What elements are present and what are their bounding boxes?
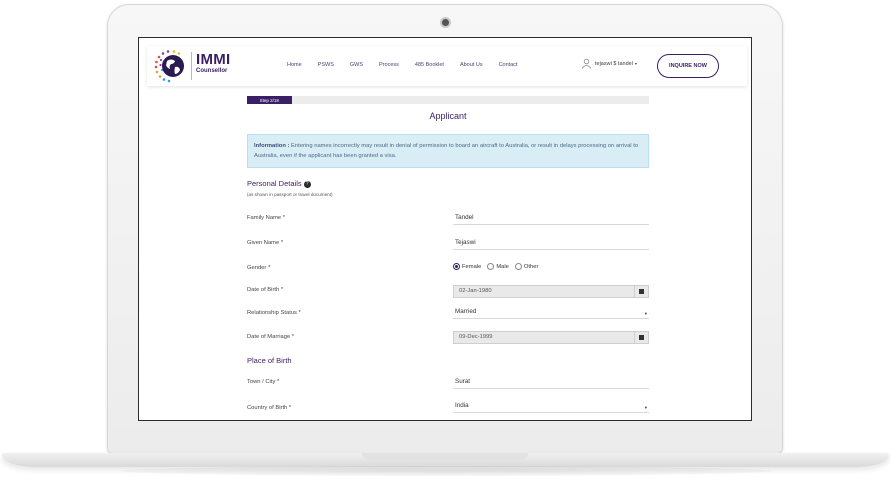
chevron-down-icon: ▾ (634, 61, 637, 66)
gender-female-option[interactable]: Female (453, 263, 481, 270)
date-of-marriage-input[interactable]: 09-Dec-1999 (453, 331, 649, 344)
calendar-icon[interactable] (634, 285, 648, 298)
user-name: tejaswi $ tandel (595, 60, 633, 67)
info-text: Entering names incorrectly may result in… (254, 143, 639, 159)
dob-label: Date of Birth * (247, 287, 284, 293)
page-title: Applicant (429, 111, 467, 121)
passport-note: (as shown in passport or travel document… (247, 192, 333, 197)
globe-logo-icon[interactable] (153, 49, 189, 83)
main-nav: Home PSWS GWS Process 485 Booklet About … (287, 62, 534, 68)
nav-contact[interactable]: Contact (499, 62, 518, 68)
nav-about-us[interactable]: About Us (460, 62, 483, 68)
laptop-mockup: IMMI Counsellor Home PSWS GWS Process 48… (0, 0, 891, 484)
relationship-status-select[interactable]: Married ▾ (453, 307, 649, 319)
calendar-icon[interactable] (634, 331, 648, 344)
nav-home[interactable]: Home (287, 62, 302, 68)
user-menu[interactable]: tejaswi $ tandel ▾ (581, 58, 637, 69)
dob-input[interactable]: 02-Jan-1980 (453, 285, 649, 298)
country-of-birth-select[interactable]: India ▾ (453, 401, 649, 413)
radio-checked[interactable] (453, 263, 460, 270)
country-of-birth-label: Country of Birth * (247, 405, 292, 411)
radio-unchecked[interactable] (487, 263, 495, 270)
screen: IMMI Counsellor Home PSWS GWS Process 48… (138, 37, 752, 421)
user-icon (581, 58, 592, 69)
nav-psws[interactable]: PSWS (318, 62, 334, 68)
laptop-shadow (120, 466, 771, 476)
brand-subtitle: Counsellor (196, 68, 228, 74)
step-progress-bar: Step 2/18 (247, 96, 649, 104)
gender-label: Gender * (247, 265, 271, 271)
nav-gws[interactable]: GWS (350, 62, 363, 68)
date-of-marriage-label: Date of Marriage * (247, 334, 295, 340)
gender-radio-group: Female Male Other (453, 263, 544, 270)
personal-details-heading: Personal Details? (247, 179, 311, 188)
nav-process[interactable]: Process (379, 62, 399, 68)
town-city-label: Town / City * (247, 379, 280, 385)
gender-other-option[interactable]: Other (514, 263, 538, 270)
information-alert: Information : Entering names incorrectly… (247, 134, 649, 168)
step-progress-fill: Step 2/18 (247, 96, 292, 104)
chevron-down-icon: ▾ (644, 311, 647, 316)
site-header: IMMI Counsellor Home PSWS GWS Process 48… (147, 46, 747, 86)
help-icon[interactable]: ? (303, 180, 311, 188)
laptop-notch (362, 453, 528, 460)
info-label: Information : (254, 143, 290, 149)
family-name-label: Family Name * (247, 215, 286, 221)
brand-name[interactable]: IMMI (196, 52, 231, 67)
given-name-input[interactable]: Tejaswi (453, 238, 649, 250)
chevron-down-icon: ▾ (644, 405, 647, 410)
inquire-now-button[interactable]: INQUIRE NOW (657, 54, 719, 78)
relationship-status-label: Relationship Status * (247, 310, 301, 316)
nav-485-booklet[interactable]: 485 Booklet (415, 62, 444, 68)
family-name-input[interactable]: Tandel (453, 213, 649, 225)
camera-icon (442, 19, 449, 26)
given-name-label: Given Name * (247, 240, 284, 246)
radio-unchecked[interactable] (514, 263, 522, 270)
place-of-birth-heading: Place of Birth (247, 356, 292, 365)
town-city-input[interactable]: Surat (453, 377, 649, 389)
gender-male-option[interactable]: Male (487, 263, 509, 270)
